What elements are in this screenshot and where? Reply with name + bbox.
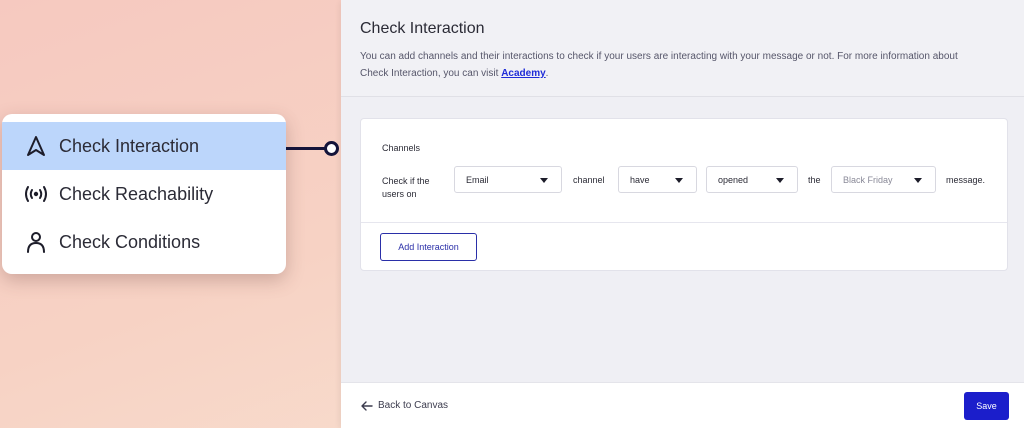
channel-dropdown-value: Email — [466, 174, 489, 185]
panel-description: You can add channels and their interacti… — [360, 48, 980, 82]
page-title: Check Interaction — [360, 20, 485, 37]
message-word: message. — [946, 175, 986, 185]
menu-item-label: Check Conditions — [59, 231, 201, 252]
card-divider — [361, 222, 1007, 223]
check-interaction-panel: Check Interaction You can add channels a… — [341, 0, 1024, 428]
navigation-arrow-icon — [22, 132, 50, 160]
channels-card: Channels Check if the users on Email cha… — [360, 118, 1008, 271]
panel-footer: Back to Canvas Save — [341, 382, 1024, 428]
menu-item-label: Check Reachability — [59, 183, 214, 204]
the-word: the — [808, 175, 821, 185]
save-button[interactable]: Save — [964, 392, 1009, 420]
add-interaction-button[interactable]: Add Interaction — [380, 233, 477, 261]
broadcast-signal-icon — [22, 180, 50, 208]
channel-word: channel — [573, 175, 605, 185]
have-dropdown[interactable]: have — [618, 166, 697, 193]
caret-down-icon — [540, 178, 548, 183]
channels-label: Channels — [382, 143, 421, 153]
caret-down-icon — [776, 178, 784, 183]
arrow-left-icon — [361, 400, 373, 411]
check-type-menu: Check Interaction Check Reachability Che… — [2, 114, 286, 274]
message-dropdown-value: Black Friday — [843, 174, 893, 185]
interaction-row: Check if the users on Email channel have… — [382, 165, 1002, 205]
caret-down-icon — [914, 178, 922, 183]
message-dropdown[interactable]: Black Friday — [831, 166, 936, 193]
menu-item-label: Check Interaction — [59, 135, 200, 156]
have-dropdown-value: have — [630, 174, 650, 185]
back-to-canvas-link[interactable]: Back to Canvas — [361, 400, 448, 411]
panel-header: Check Interaction You can add channels a… — [341, 0, 1024, 97]
menu-item-check-interaction[interactable]: Check Interaction — [2, 122, 286, 170]
connector-dot — [324, 141, 339, 156]
check-if-users-label: Check if the users on — [382, 176, 430, 199]
academy-link[interactable]: Academy — [501, 68, 545, 79]
back-to-canvas-label: Back to Canvas — [378, 400, 449, 411]
menu-item-check-reachability[interactable]: Check Reachability — [2, 170, 286, 218]
channel-dropdown[interactable]: Email — [454, 166, 562, 193]
action-dropdown[interactable]: opened — [706, 166, 798, 193]
menu-item-check-conditions[interactable]: Check Conditions — [2, 218, 286, 266]
description-text: You can add channels and their interacti… — [360, 51, 958, 79]
description-end: . — [545, 68, 549, 79]
action-dropdown-value: opened — [718, 174, 749, 185]
person-icon — [22, 228, 50, 256]
connector-line — [286, 147, 326, 150]
caret-down-icon — [675, 178, 683, 183]
